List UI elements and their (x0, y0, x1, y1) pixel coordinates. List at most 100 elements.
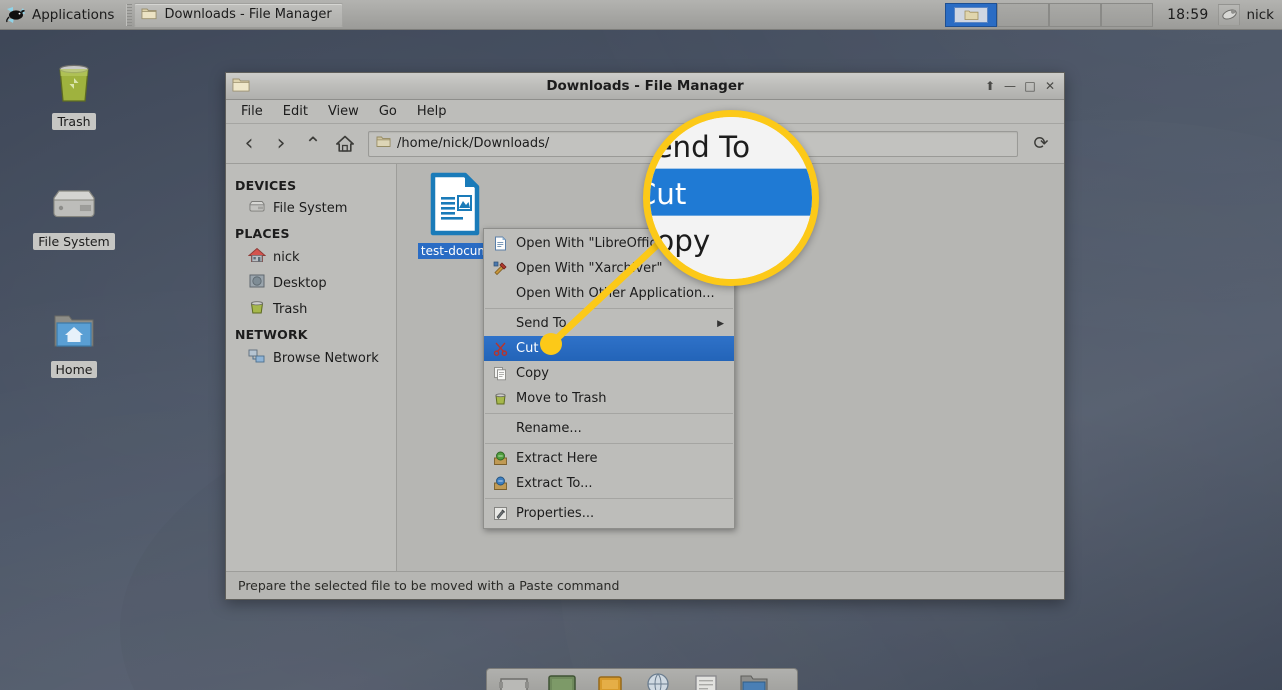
harddisk-icon (47, 182, 101, 230)
blank-icon (492, 316, 508, 332)
folder-icon (141, 6, 157, 24)
context-menu-item-label: Open With "LibreOffice Writer" (516, 236, 715, 251)
dock-item-notes[interactable] (683, 671, 729, 690)
chevron-right-icon: ▶ (717, 318, 724, 329)
applications-menu-label: Applications (32, 6, 115, 23)
workspace-switcher[interactable] (945, 2, 1154, 28)
libreoffice-writer-icon (427, 172, 483, 240)
context-menu-item-label: Properties... (516, 506, 595, 521)
sidebar-item-desktop[interactable]: Desktop (226, 270, 396, 296)
up-button[interactable]: ⌃ (298, 129, 328, 159)
sidebar-item-trash[interactable]: Trash (226, 296, 396, 322)
harddisk-icon (248, 199, 266, 218)
menu-go[interactable]: Go (370, 102, 406, 121)
user-switch-icon[interactable] (1218, 3, 1241, 26)
desktop-icon (248, 273, 266, 293)
context-menu-item-label: Send To (516, 316, 567, 331)
sidebar-group-network-header: NETWORK (235, 327, 308, 342)
sidebar-item-label: File System (273, 201, 348, 216)
menu-edit[interactable]: Edit (274, 102, 317, 121)
dock-item-manager[interactable] (731, 671, 777, 690)
taskbar-button-label: Downloads - File Manager (164, 7, 332, 22)
context-menu-item-extract-here[interactable]: Extract Here (484, 446, 734, 471)
sidebar-group-places-header: PLACES (235, 226, 290, 241)
close-button[interactable]: ✕ (1041, 77, 1059, 95)
context-menu-item-move-to-trash[interactable]: Move to Trash (484, 386, 734, 411)
workspace-window-thumbnail (954, 6, 989, 23)
path-value: /home/nick/Downloads/ (397, 136, 550, 151)
minimize-button[interactable]: — (1001, 77, 1019, 95)
dock-item-terminal[interactable] (539, 671, 585, 690)
dock-item-editor[interactable] (587, 671, 633, 690)
context-menu-separator (485, 498, 733, 499)
context-menu-item-label: Extract To... (516, 476, 593, 491)
path-folder-icon (376, 135, 391, 152)
shade-button[interactable]: ⬆ (981, 77, 999, 95)
context-menu-item-label: Move to Trash (516, 391, 607, 406)
clock[interactable]: 18:59 (1157, 7, 1218, 23)
copy-icon (492, 366, 508, 382)
context-menu-item-label: Copy (516, 366, 549, 381)
user-name-label: nick (1246, 6, 1274, 23)
menu-help[interactable]: Help (408, 102, 456, 121)
forward-button[interactable]: › (266, 129, 296, 159)
sidebar-item-browse-network[interactable]: Browse Network (226, 345, 396, 371)
menu-file[interactable]: File (232, 102, 272, 121)
window-buttons: ⬆ — □ ✕ (981, 77, 1064, 95)
workspace-2[interactable] (997, 2, 1050, 27)
network-icon (248, 348, 266, 368)
dock-item-browser[interactable] (635, 671, 681, 690)
desktop-icon-home-label: Home (50, 361, 98, 378)
context-menu-item-open-with-xarchiver[interactable]: Open With "Xarchiver" (484, 256, 734, 281)
sidebar-item-label: nick (273, 249, 300, 265)
workspace-1[interactable] (945, 2, 998, 27)
context-menu-item-rename[interactable]: Rename... (484, 416, 734, 441)
bottom-dock (486, 668, 798, 690)
user-area[interactable]: nick (1218, 3, 1282, 26)
window-menubar: File Edit View Go Help (226, 100, 1064, 124)
top-panel: Applications Downloads - File Manager 18… (0, 0, 1282, 30)
menu-view[interactable]: View (319, 102, 368, 121)
window-titlebar[interactable]: Downloads - File Manager ⬆ — □ ✕ (226, 73, 1064, 100)
context-menu-item-send-to[interactable]: Send To ▶ (484, 311, 734, 336)
window-toolbar: ‹ › ⌃ /home/nick/Downloads/ ⟳ (226, 124, 1064, 164)
context-menu-item-label: Open With Other Application... (516, 286, 715, 301)
blank-icon (492, 286, 508, 302)
context-menu-item-open-with-other[interactable]: Open With Other Application... (484, 281, 734, 306)
desktop-icon-trash[interactable]: Trash (26, 56, 122, 130)
sidebar-item-file-system[interactable]: File System (226, 196, 396, 221)
applications-menu-button[interactable]: Applications (1, 1, 122, 29)
path-input[interactable]: /home/nick/Downloads/ (368, 130, 1018, 157)
taskbar-button-file-manager[interactable]: Downloads - File Manager (134, 2, 343, 27)
workspace-3[interactable] (1049, 2, 1102, 27)
reload-button[interactable]: ⟳ (1026, 129, 1056, 159)
back-button[interactable]: ‹ (234, 129, 264, 159)
trash-icon (49, 56, 99, 110)
context-menu-item-extract-to[interactable]: Extract To... (484, 471, 734, 496)
home-folder-icon (47, 308, 101, 358)
context-menu-separator (485, 443, 733, 444)
blank-icon (492, 421, 508, 437)
context-menu-item-open-with-libreoffice[interactable]: Open With "LibreOffice Writer" (484, 231, 734, 256)
file-context-menu[interactable]: Open With "LibreOffice Writer" Open With… (483, 228, 735, 529)
context-menu-item-label: Open With "Xarchiver" (516, 261, 663, 276)
sidebar-item-label: Desktop (273, 275, 327, 291)
properties-icon (492, 506, 508, 522)
desktop-icon-home[interactable]: Home (26, 308, 122, 378)
extract-to-icon (492, 476, 508, 492)
desktop-icon-file-system[interactable]: File System (26, 182, 122, 250)
workspace-4[interactable] (1101, 2, 1154, 27)
statusbar-text: Prepare the selected file to be moved wi… (238, 578, 620, 593)
trash-icon (248, 299, 266, 319)
maximize-button[interactable]: □ (1021, 77, 1039, 95)
home-button[interactable] (330, 129, 360, 159)
dock-item-files[interactable] (491, 671, 537, 690)
sidebar-item-label: Trash (273, 301, 308, 317)
context-menu-item-copy[interactable]: Copy (484, 361, 734, 386)
window-statusbar: Prepare the selected file to be moved wi… (226, 571, 1064, 599)
context-menu-item-label: Rename... (516, 421, 582, 436)
context-menu-item-properties[interactable]: Properties... (484, 501, 734, 526)
context-menu-item-cut[interactable]: Cut (484, 336, 734, 361)
sidebar-item-nick[interactable]: nick (226, 244, 396, 270)
panel-handle[interactable] (126, 3, 133, 26)
